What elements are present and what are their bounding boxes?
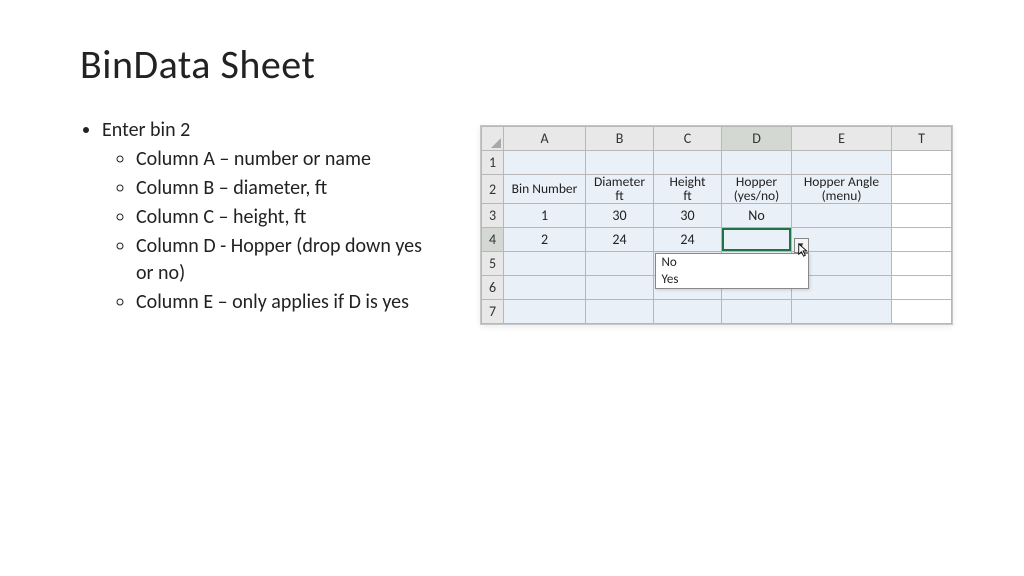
cell[interactable]: [586, 252, 654, 276]
cell[interactable]: [792, 300, 892, 324]
bullet-sub: Column C – height, ft: [136, 204, 440, 231]
cell[interactable]: [654, 300, 722, 324]
cell[interactable]: [892, 300, 952, 324]
row-header-3[interactable]: 3: [482, 204, 504, 228]
cell[interactable]: [892, 228, 952, 252]
cell[interactable]: [504, 151, 586, 175]
cell[interactable]: [722, 300, 792, 324]
bullet-list: Enter bin 2 Column A – number or name Co…: [80, 117, 440, 318]
cell[interactable]: 24: [654, 228, 722, 252]
cell[interactable]: [586, 276, 654, 300]
bullet-main: Enter bin 2: [102, 117, 440, 144]
cell[interactable]: [586, 300, 654, 324]
spreadsheet[interactable]: A B C D E T 1 2 Bi: [480, 125, 953, 325]
cell[interactable]: [892, 252, 952, 276]
cell[interactable]: [792, 151, 892, 175]
cell[interactable]: [504, 252, 586, 276]
page-title: BinData Sheet: [80, 40, 954, 89]
col-header-D[interactable]: D: [722, 127, 792, 151]
cell[interactable]: [586, 151, 654, 175]
cell-header-E[interactable]: Hopper Angle(menu): [792, 175, 892, 204]
col-header-C[interactable]: C: [654, 127, 722, 151]
cell[interactable]: [892, 276, 952, 300]
row-header-1[interactable]: 1: [482, 151, 504, 175]
col-header-E[interactable]: E: [792, 127, 892, 151]
col-header-T[interactable]: T: [892, 127, 952, 151]
bullet-sub: Column D - Hopper (drop down yes or no): [136, 233, 440, 287]
cell-header-B[interactable]: Diameterft: [586, 175, 654, 204]
cell[interactable]: [892, 175, 952, 204]
cell-header-A[interactable]: Bin Number: [504, 175, 586, 204]
cell[interactable]: [722, 151, 792, 175]
cell[interactable]: 30: [654, 204, 722, 228]
cell[interactable]: [504, 300, 586, 324]
row-header-6[interactable]: 6: [482, 276, 504, 300]
dropdown-option-no[interactable]: No: [656, 254, 808, 271]
bullet-sub: Column E – only applies if D is yes: [136, 289, 440, 316]
dropdown-option-yes[interactable]: Yes: [656, 271, 808, 288]
bullet-sub: Column B – diameter, ft: [136, 175, 440, 202]
cell[interactable]: [892, 151, 952, 175]
cell[interactable]: 1: [504, 204, 586, 228]
cell[interactable]: [792, 204, 892, 228]
cell[interactable]: No: [722, 204, 792, 228]
row-header-2[interactable]: 2: [482, 175, 504, 204]
row-header-5[interactable]: 5: [482, 252, 504, 276]
cell[interactable]: [654, 151, 722, 175]
cell[interactable]: 30: [586, 204, 654, 228]
cell[interactable]: [892, 204, 952, 228]
dropdown-button[interactable]: [794, 238, 809, 253]
cell[interactable]: [504, 276, 586, 300]
row-header-7[interactable]: 7: [482, 300, 504, 324]
cell[interactable]: 24: [586, 228, 654, 252]
cell-header-C[interactable]: Heightft: [654, 175, 722, 204]
active-cell-D4[interactable]: [722, 228, 792, 252]
cell-header-D[interactable]: Hopper(yes/no): [722, 175, 792, 204]
bullet-sub: Column A – number or name: [136, 146, 440, 173]
row-header-4[interactable]: 4: [482, 228, 504, 252]
col-header-A[interactable]: A: [504, 127, 586, 151]
cell[interactable]: 2: [504, 228, 586, 252]
select-all-corner[interactable]: [482, 127, 504, 151]
dropdown-list[interactable]: No Yes: [655, 253, 809, 289]
col-header-B[interactable]: B: [586, 127, 654, 151]
